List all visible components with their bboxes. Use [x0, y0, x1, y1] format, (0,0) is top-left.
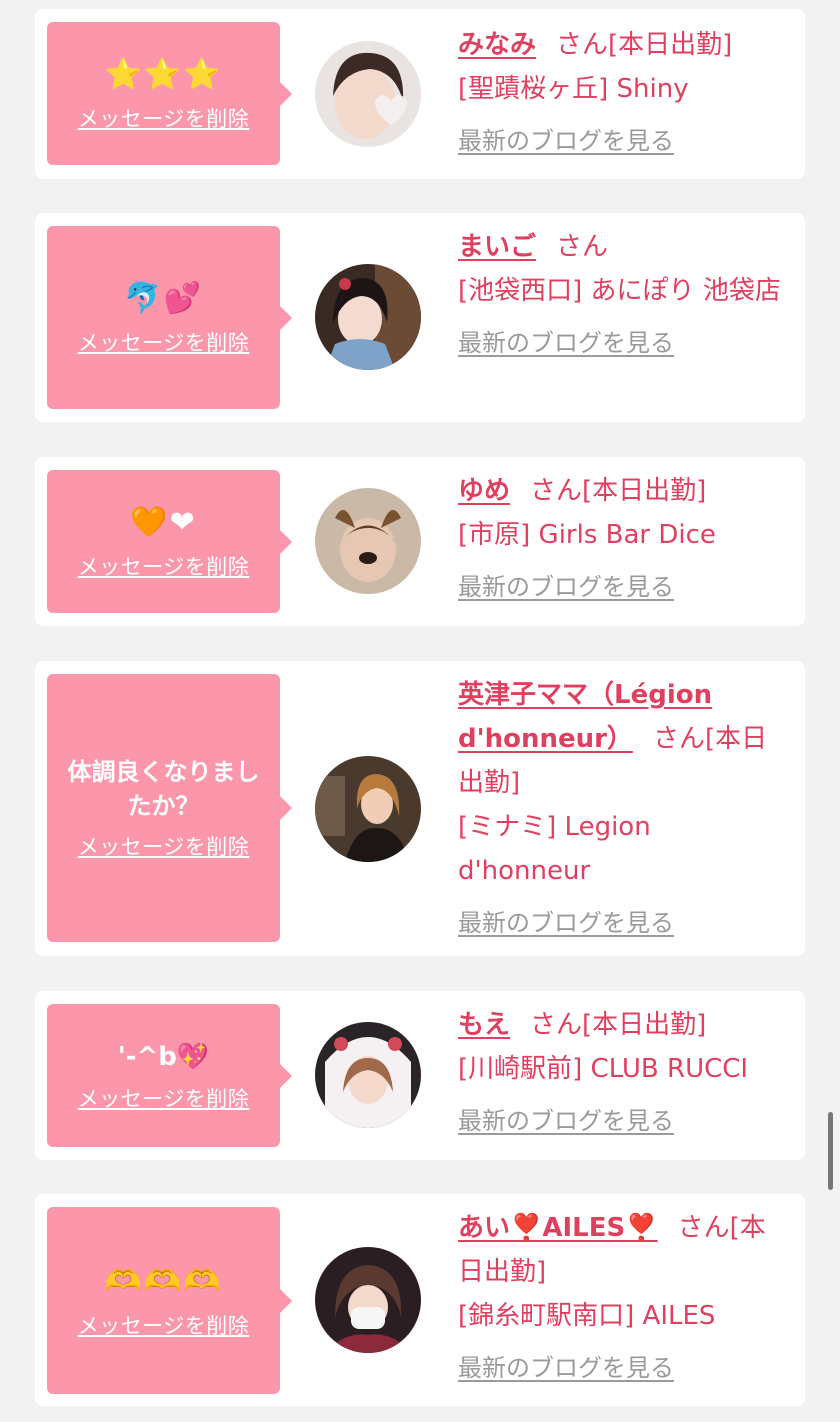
delete-message-link[interactable]: メッセージを削除	[78, 551, 250, 581]
cast-info: あい❣️AILES❣️ さん[本日出勤] [錦糸町駅南口] AILES 最新のブロ…	[458, 1206, 791, 1390]
message-text: ⭐⭐⭐	[104, 56, 223, 92]
avatar[interactable]	[315, 264, 421, 370]
message-bubble: ⭐⭐⭐ メッセージを削除	[47, 22, 280, 165]
latest-blog-link[interactable]: 最新のブログを見る	[458, 119, 791, 163]
latest-blog-link[interactable]: 最新のブログを見る	[458, 901, 791, 945]
delete-message-link[interactable]: メッセージを削除	[78, 1083, 250, 1113]
san-label: さん	[530, 1010, 583, 1040]
message-text: 🧡❤	[130, 504, 197, 540]
message-bubble: '-^b💖 メッセージを削除	[47, 1004, 280, 1147]
cast-card: 🐬💕 メッセージを削除 まいご さん [池袋西口] あにぽり 池袋店 最新のブログ…	[35, 213, 805, 422]
delete-message-link[interactable]: メッセージを削除	[78, 327, 250, 357]
avatar[interactable]	[315, 41, 421, 147]
avatar[interactable]	[315, 1247, 421, 1353]
message-text: 🫶🫶🫶	[104, 1263, 223, 1299]
delete-message-link[interactable]: メッセージを削除	[78, 103, 250, 133]
cast-card: ⭐⭐⭐ メッセージを削除 みなみ さん[本日出勤] [聖蹟桜ヶ丘] Shiny 最…	[35, 9, 805, 179]
san-label: さん	[556, 30, 609, 60]
cast-name-link[interactable]: あい❣️AILES❣️	[458, 1213, 658, 1243]
cast-card: 体調良くなりましたか？ メッセージを削除 英津子ママ（Légion d'honn…	[35, 661, 805, 956]
cast-name-link[interactable]: ゆめ	[458, 476, 510, 506]
san-label: さん	[530, 476, 583, 506]
latest-blog-link[interactable]: 最新のブログを見る	[458, 1346, 791, 1390]
scrollbar[interactable]	[828, 1112, 833, 1190]
latest-blog-link[interactable]: 最新のブログを見る	[458, 1099, 791, 1143]
san-label: さん	[556, 232, 609, 262]
cast-name-link[interactable]: まいご	[458, 232, 536, 262]
message-text: '-^b💖	[117, 1041, 210, 1072]
shop-name: [錦糸町駅南口] AILES	[458, 1301, 716, 1331]
cast-info: みなみ さん[本日出勤] [聖蹟桜ヶ丘] Shiny 最新のブログを見る	[458, 23, 791, 163]
cast-card: 🧡❤ メッセージを削除 ゆめ さん[本日出勤] [市原] Girls Bar Di…	[35, 457, 805, 626]
cast-info: もえ さん[本日出勤] [川崎駅前] CLUB RUCCI 最新のブログを見る	[458, 1003, 791, 1143]
shop-name: [川崎駅前] CLUB RUCCI	[458, 1054, 749, 1084]
cast-card: '-^b💖 メッセージを削除 もえ さん[本日出勤] [川崎駅前] CLUB RU…	[35, 991, 805, 1160]
cast-name-link[interactable]: みなみ	[458, 30, 536, 60]
message-text: 🐬💕	[124, 280, 203, 316]
san-label: さん	[677, 1213, 730, 1243]
latest-blog-link[interactable]: 最新のブログを見る	[458, 565, 791, 609]
delete-message-link[interactable]: メッセージを削除	[78, 831, 250, 861]
shop-name: [ミナミ] Legion d'honneur	[458, 812, 651, 886]
message-bubble: 体調良くなりましたか？ メッセージを削除	[47, 674, 280, 942]
san-label: さん	[652, 724, 705, 754]
cast-info: 英津子ママ（Légion d'honneur） さん[本日出勤] [ミナミ] Le…	[458, 673, 791, 945]
shop-name: [池袋西口] あにぽり 池袋店	[458, 276, 781, 306]
message-bubble: 🐬💕 メッセージを削除	[47, 226, 280, 409]
status-text: [本日出勤]	[582, 1010, 707, 1040]
cast-name-link[interactable]: もえ	[458, 1010, 510, 1040]
delete-message-link[interactable]: メッセージを削除	[78, 1310, 250, 1340]
message-text: 体調良くなりましたか？	[67, 758, 260, 820]
avatar[interactable]	[315, 1022, 421, 1128]
status-text: [本日出勤]	[582, 476, 707, 506]
cast-info: まいご さん [池袋西口] あにぽり 池袋店 最新のブログを見る	[458, 225, 791, 365]
cast-info: ゆめ さん[本日出勤] [市原] Girls Bar Dice 最新のブログを見る	[458, 469, 791, 609]
shop-name: [市原] Girls Bar Dice	[458, 520, 716, 550]
cast-card: 🫶🫶🫶 メッセージを削除 あい❣️AILES❣️ さん[本日出勤] [錦糸町駅南口…	[35, 1194, 805, 1406]
avatar[interactable]	[315, 488, 421, 594]
latest-blog-link[interactable]: 最新のブログを見る	[458, 321, 791, 365]
status-text: [本日出勤]	[608, 30, 733, 60]
message-bubble: 🧡❤ メッセージを削除	[47, 470, 280, 613]
message-bubble: 🫶🫶🫶 メッセージを削除	[47, 1207, 280, 1394]
avatar[interactable]	[315, 756, 421, 862]
shop-name: [聖蹟桜ヶ丘] Shiny	[458, 74, 689, 104]
